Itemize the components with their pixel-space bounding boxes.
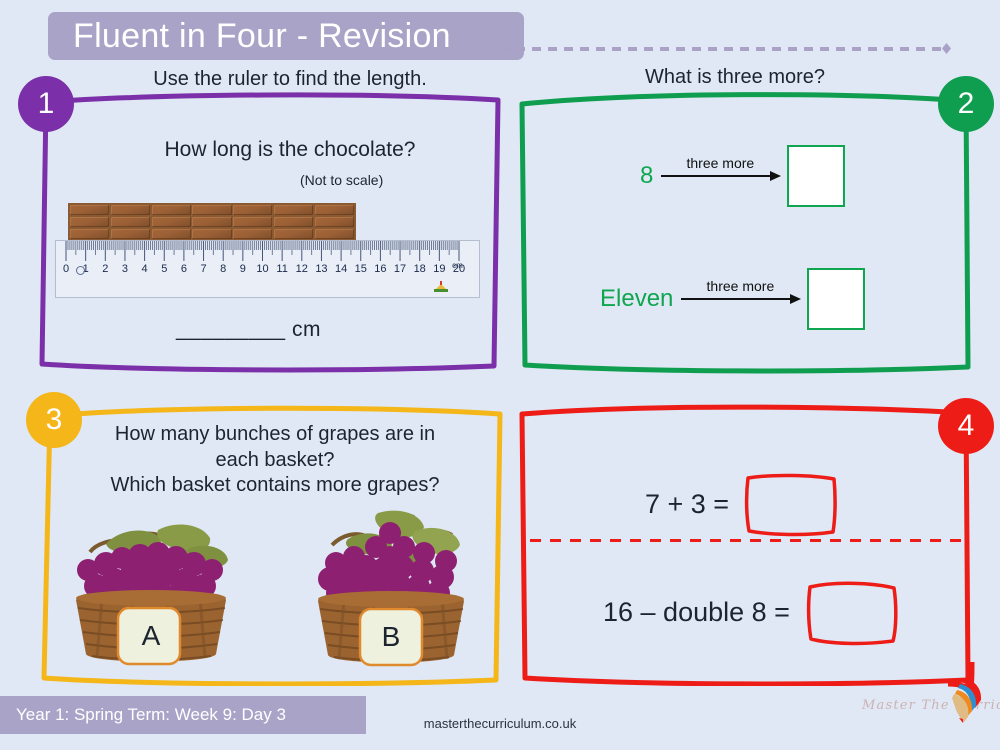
ruler-number: 12 — [295, 263, 308, 275]
ruler-tick-marks — [65, 241, 460, 261]
panel-4-equation-2-answer-box[interactable] — [804, 578, 900, 646]
ruler-number: 0 — [62, 263, 70, 275]
ruler-stamp-icon — [434, 281, 448, 292]
ruler-number: 17 — [393, 263, 407, 275]
page-title-banner: Fluent in Four - Revision — [48, 12, 524, 60]
panel-4-equation-1: 7 + 3 = — [645, 470, 839, 538]
panel-2-row-1-operation: three more — [686, 155, 755, 171]
basket-a: A — [62, 508, 240, 670]
panel-1-number-badge: 1 — [18, 76, 74, 132]
arrow-icon — [681, 294, 802, 304]
ruler-unit-label: cm — [452, 261, 463, 270]
panel-2-row-1-answer-box[interactable] — [787, 145, 846, 207]
question-panel-2 — [516, 88, 974, 374]
basket-b-label: B — [381, 621, 401, 652]
panel-2-row-2-value: Eleven — [600, 285, 674, 312]
ruler-hole-icon — [76, 266, 85, 275]
ruler-number: 11 — [276, 263, 288, 275]
panel-2-row-2-answer-box[interactable] — [807, 268, 866, 330]
panel-3-number-badge: 3 — [26, 392, 82, 448]
footer-url[interactable]: masterthecurriculum.co.uk — [0, 716, 1000, 731]
ruler-number: 15 — [354, 263, 367, 275]
panel-4-number-badge: 4 — [938, 398, 994, 454]
basket-a-label: A — [141, 620, 161, 651]
panel-4-equation-2: 16 – double 8 = — [603, 578, 900, 646]
ruler-number: 16 — [374, 263, 387, 275]
panel-4-equation-2-text: 16 – double 8 = — [603, 596, 790, 627]
ruler-number: 7 — [200, 263, 207, 275]
ruler-number: 10 — [256, 263, 269, 275]
ruler-numbers: 0 1 2 3 4 5 6 7 8 9 10 11 12 13 14 15 16 17 18 19 20 — [56, 263, 479, 283]
panel-2-row-2-operation: three more — [706, 278, 775, 294]
pencil-logo-icon — [948, 662, 982, 723]
ruler-number: 3 — [121, 263, 128, 275]
ruler-number: 8 — [220, 263, 227, 275]
panel-2-row-2-arrow: three more — [681, 278, 802, 304]
ruler-number: 13 — [315, 263, 328, 275]
ruler-number: 9 — [239, 263, 246, 275]
arrow-icon — [661, 171, 782, 181]
panel-4-equation-1-text: 7 + 3 = — [645, 488, 730, 519]
panel-3-title-line-1: How many bunches of grapes are in — [114, 423, 436, 445]
panel-2-row-2: Eleven three more — [600, 268, 866, 330]
panel-3-number: 3 — [45, 403, 63, 436]
chocolate-bar-image — [68, 203, 356, 241]
ruler-number: 5 — [161, 263, 168, 275]
panel-2-row-1-arrow: three more — [661, 155, 782, 181]
panel-4-number: 4 — [957, 409, 975, 442]
panel-2-number: 2 — [957, 87, 975, 120]
panel-1-answer-line[interactable]: _________ cm — [176, 318, 321, 342]
ruler-number: 6 — [180, 263, 187, 275]
worksheet-page: Fluent in Four - Revision 1 Use the rule… — [0, 0, 1000, 750]
panel-1-scale-note: (Not to scale) — [300, 172, 384, 188]
page-title: Fluent in Four - Revision — [73, 16, 451, 55]
panel-4-equation-1-answer-box[interactable] — [743, 470, 839, 538]
panel-2-row-1: 8 three more — [640, 145, 846, 207]
ruler-number: 19 — [433, 263, 446, 275]
panel-4-divider — [530, 539, 965, 542]
panel-2-number-badge: 2 — [938, 76, 994, 132]
panel-3-title: How many bunches of grapes are in each b… — [70, 422, 480, 499]
panel-2-title: What is three more? — [644, 66, 826, 88]
panel-1-subtitle: How long is the chocolate? — [164, 138, 416, 161]
panel-2-row-1-value: 8 — [640, 162, 654, 189]
ruler-number: 18 — [413, 263, 426, 275]
panel-1-title: Use the ruler to find the length. — [153, 68, 427, 90]
panel-2-border — [516, 88, 974, 374]
ruler-image: 0 1 2 3 4 5 6 7 8 9 10 11 12 13 14 15 16 17 18 19 20 cm — [55, 240, 480, 298]
panel-3-title-line-3: Which basket contains more grapes? — [110, 474, 440, 497]
title-end-diamond-icon — [942, 43, 951, 54]
basket-b: B — [302, 505, 480, 670]
title-dashed-rule — [500, 47, 948, 51]
panel-3-title-line-2: each basket? — [215, 448, 335, 471]
panel-1-number: 1 — [37, 87, 55, 120]
ruler-number: 4 — [141, 263, 148, 275]
ruler-number: 14 — [334, 263, 348, 275]
ruler-number: 2 — [102, 263, 109, 275]
